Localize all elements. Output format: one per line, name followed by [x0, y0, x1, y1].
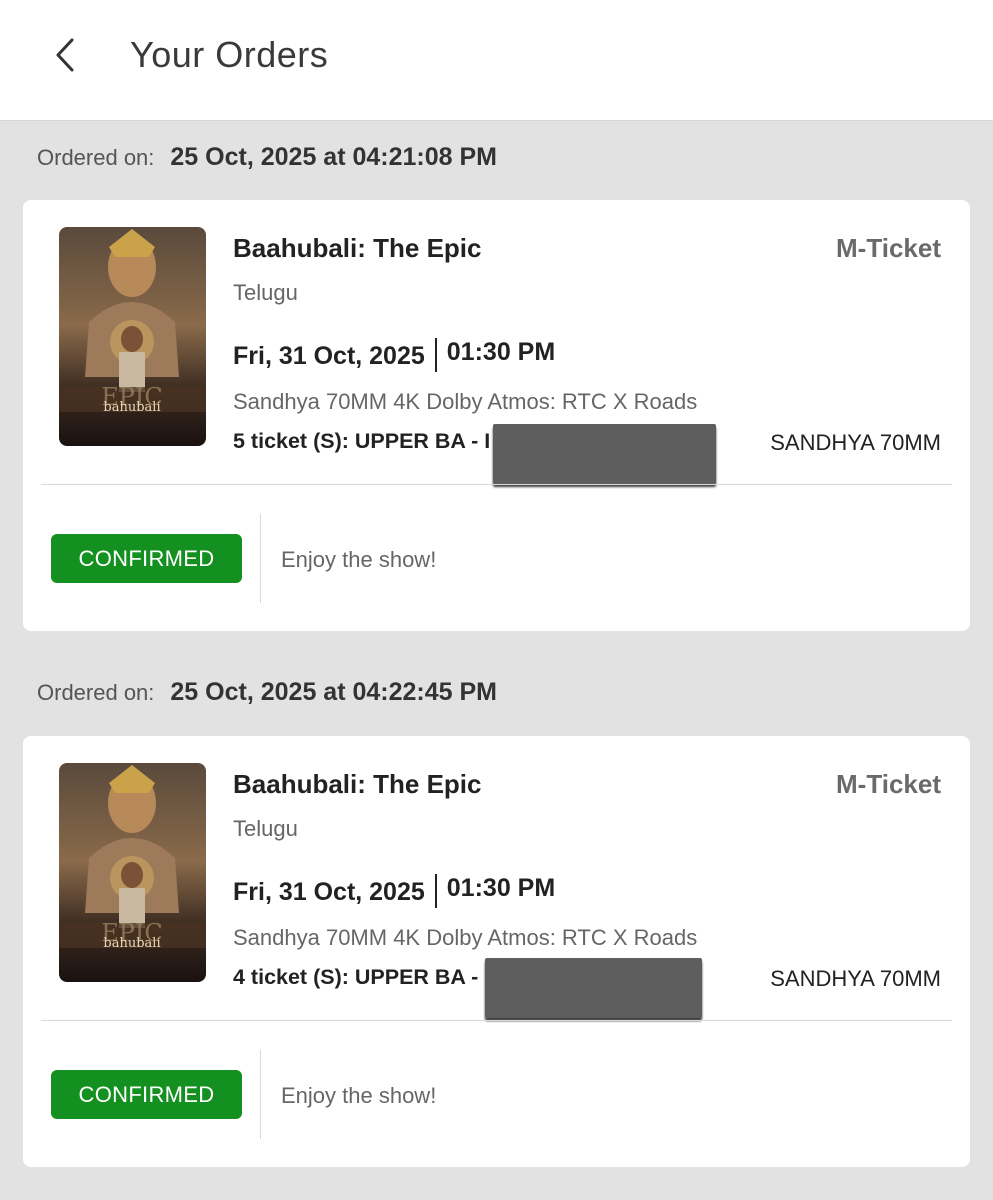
page-title: Your Orders — [130, 34, 329, 75]
order-card[interactable]: EPIC bahubali Baahubali: The Epic M-Tick… — [23, 200, 970, 631]
ticket-type: M-Ticket — [836, 233, 941, 263]
chevron-left-icon — [56, 38, 74, 72]
movie-title: Baahubali: The Epic — [233, 233, 482, 263]
movie-language: Telugu — [233, 280, 298, 305]
ordered-on-label: Ordered on: — [37, 680, 155, 705]
movie-title: Baahubali: The Epic — [233, 769, 482, 799]
ordered-on-value: 25 Oct, 2025 at 04:22:45 PM — [170, 678, 497, 706]
show-date: Fri, 31 Oct, 2025 — [233, 878, 425, 906]
status-message: Enjoy the show! — [281, 1083, 437, 1108]
show-datetime: Fri, 31 Oct, 2025 01:30 PM — [233, 874, 555, 910]
movie-poster: EPIC bahubali — [59, 227, 206, 446]
show-time: 01:30 PM — [446, 874, 556, 902]
movie-language: Telugu — [233, 816, 298, 841]
redacted-seat-info — [485, 958, 702, 1018]
ordered-on-value: 25 Oct, 2025 at 04:21:08 PM — [170, 143, 497, 171]
ordered-on-label: Ordered on: — [37, 145, 155, 170]
venue-name: Sandhya 70MM 4K Dolby Atmos: RTC X Roads — [233, 925, 698, 950]
vertical-divider — [260, 514, 261, 603]
show-datetime: Fri, 31 Oct, 2025 01:30 PM — [233, 338, 555, 374]
order-card[interactable]: EPIC bahubali Baahubali: The Epic M-Tick… — [23, 736, 970, 1167]
movie-poster: EPIC bahubali — [59, 763, 206, 982]
datetime-separator — [434, 338, 437, 372]
status-badge: CONFIRMED — [51, 1070, 242, 1119]
vertical-divider — [260, 1050, 261, 1139]
screen-name: SANDHYA 70MM — [770, 430, 941, 455]
app-header: Your Orders — [0, 0, 993, 121]
ticket-type: M-Ticket — [836, 769, 941, 799]
divider — [41, 1020, 952, 1021]
datetime-separator — [434, 874, 437, 908]
redacted-seat-info — [493, 424, 716, 484]
show-date: Fri, 31 Oct, 2025 — [233, 342, 425, 370]
svg-text:bahubali: bahubali — [103, 400, 160, 415]
show-time: 01:30 PM — [446, 338, 556, 366]
status-message: Enjoy the show! — [281, 547, 437, 572]
order-date-row: Ordered on: 25 Oct, 2025 at 04:21:08 PM — [37, 143, 497, 183]
divider — [41, 484, 952, 485]
status-badge: CONFIRMED — [51, 534, 242, 583]
back-button[interactable] — [40, 30, 90, 80]
venue-name: Sandhya 70MM 4K Dolby Atmos: RTC X Roads — [233, 389, 698, 414]
ticket-count: 5 ticket (S): UPPER BA - I — [233, 429, 491, 453]
order-date-row: Ordered on: 25 Oct, 2025 at 04:22:45 PM — [37, 678, 497, 718]
svg-text:bahubali: bahubali — [103, 936, 160, 951]
ticket-count: 4 ticket (S): UPPER BA - — [233, 965, 479, 989]
screen-name: SANDHYA 70MM — [770, 966, 941, 991]
